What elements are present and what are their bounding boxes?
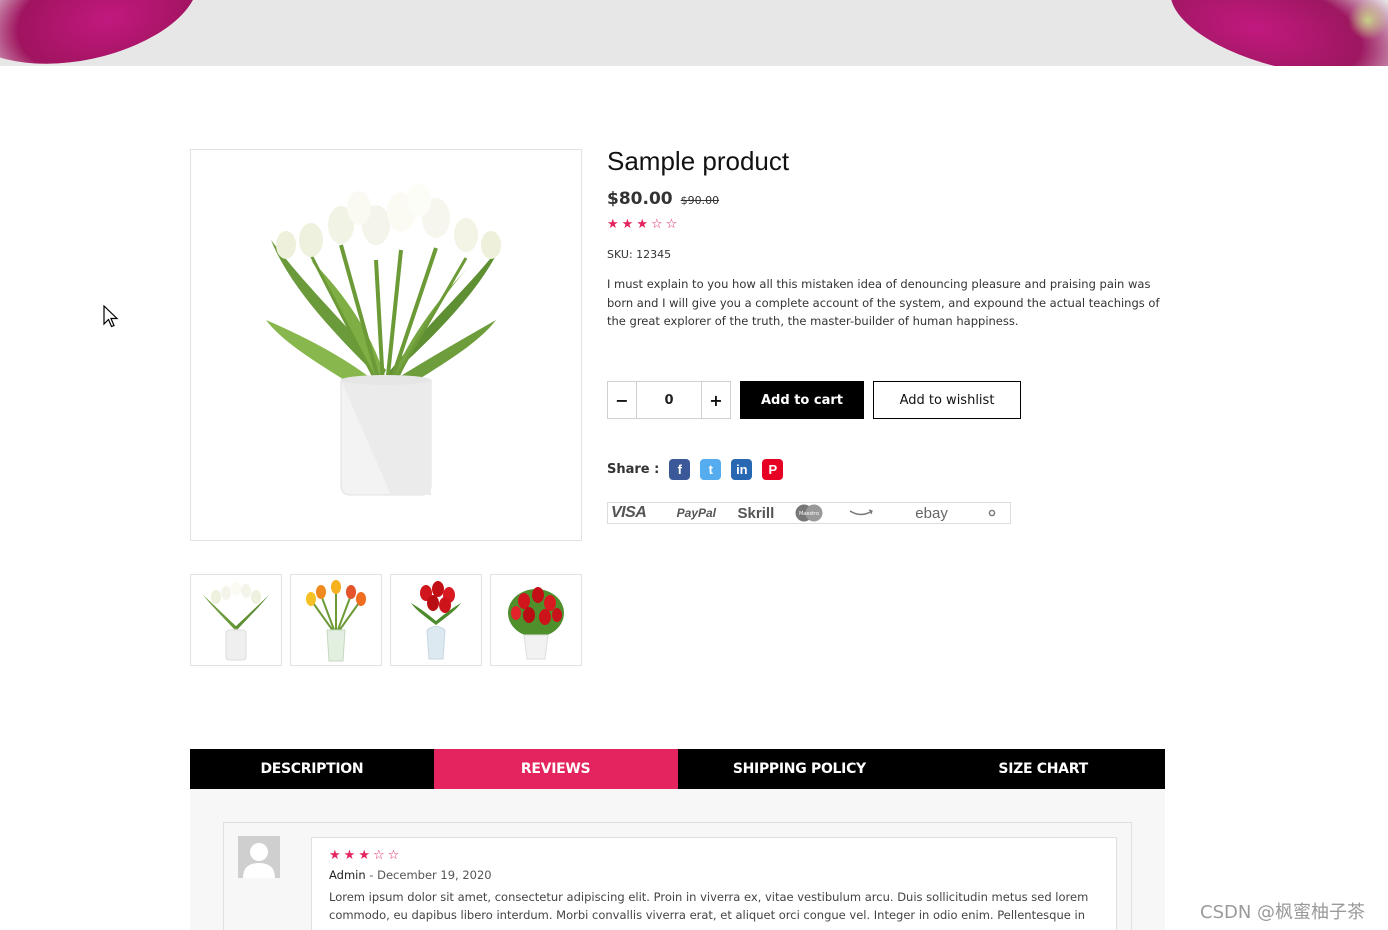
tab-size-chart[interactable]: SIZE CHART	[921, 749, 1165, 789]
maestro-icon: Maestro	[786, 504, 834, 522]
twitter-icon[interactable]: t	[700, 459, 722, 480]
product-sku: SKU: 12345	[607, 248, 672, 261]
tab-reviews[interactable]: REVIEWS	[433, 749, 678, 789]
star-filled-icon: ★	[636, 217, 648, 232]
product-info: Sample product $80.00 $90.00 ★ ★ ★ ☆ ☆ S…	[607, 146, 1167, 331]
quantity-stepper: − 0 +	[607, 381, 731, 419]
main-product-image[interactable]	[190, 149, 582, 541]
star-filled-icon: ★	[329, 848, 341, 863]
price-row: $80.00 $90.00	[607, 189, 1167, 209]
star-filled-icon: ★	[607, 217, 619, 232]
review-separator: -	[365, 868, 378, 882]
tab-description[interactable]: DESCRIPTION	[190, 749, 434, 789]
quantity-increase-button[interactable]: +	[702, 382, 730, 418]
skrill-logo: Skrill	[737, 504, 775, 522]
flower-petal-decoration-left	[0, 0, 210, 66]
pinterest-icon[interactable]: P	[762, 459, 784, 480]
star-filled-icon: ★	[343, 848, 356, 863]
paypal-logo: PayPal	[676, 506, 717, 520]
add-to-wishlist-button[interactable]: Add to wishlist	[873, 381, 1021, 419]
red-bouquet-thumbnail	[508, 587, 564, 660]
thumbnail-gallery	[190, 574, 582, 666]
facebook-icon[interactable]: f	[669, 459, 691, 480]
user-avatar-icon	[238, 836, 280, 878]
thumbnail-2[interactable]	[290, 574, 382, 666]
reviews-panel: ★ ★ ★ ☆ ☆ Admin - December 19, 2020 Lore…	[190, 789, 1165, 930]
avatar	[238, 836, 280, 878]
review-content: ★ ★ ★ ☆ ☆ Admin - December 19, 2020 Lore…	[311, 837, 1117, 930]
add-to-cart-button[interactable]: Add to cart	[740, 381, 864, 419]
linkedin-icon[interactable]: in	[731, 459, 753, 480]
thumbnail-4[interactable]	[490, 574, 582, 666]
product-description: I must explain to you how all this mista…	[607, 277, 1160, 328]
current-price: $80.00	[607, 189, 673, 209]
mouse-cursor-icon	[103, 305, 119, 328]
white-tulips-thumbnail	[203, 582, 269, 661]
review-author: Admin	[329, 868, 366, 882]
review-date: December 19, 2020	[377, 868, 492, 882]
flower-stem-decoration	[1348, 0, 1388, 40]
star-empty-icon: ☆	[372, 848, 385, 863]
thumbnail-3[interactable]	[390, 574, 482, 666]
watermark: CSDN @枫蜜柚子茶	[1200, 902, 1366, 923]
payment-methods: VISA PayPal Skrill Maestro ebay	[607, 502, 1011, 524]
red-tulips-thumbnail	[411, 581, 461, 660]
review-item: ★ ★ ★ ☆ ☆ Admin - December 19, 2020 Lore…	[223, 822, 1132, 930]
star-filled-icon: ★	[621, 217, 634, 232]
review-rating-stars: ★ ★ ★ ☆ ☆	[329, 848, 1099, 863]
amazon-icon	[833, 508, 889, 518]
thumbnail-1[interactable]	[190, 574, 282, 666]
white-tulips-vase-image	[266, 183, 501, 496]
star-empty-icon: ☆	[387, 848, 400, 863]
add-to-cart-row: − 0 + Add to cart Add to wishlist	[607, 381, 1021, 419]
ebay-logo: ebay	[915, 504, 948, 522]
visa-logo: VISA	[611, 504, 647, 521]
product-title: Sample product	[607, 146, 790, 176]
star-empty-icon: ☆	[650, 217, 663, 232]
product-tabs: DESCRIPTION REVIEWS SHIPPING POLICY SIZE…	[190, 749, 1165, 789]
maestro-logo-text: Maestro	[799, 511, 819, 517]
top-banner	[0, 0, 1388, 66]
review-text: Lorem ipsum dolor sit amet, consectetur …	[329, 890, 1089, 922]
quantity-input[interactable]: 0	[636, 382, 702, 418]
share-label: Share :	[607, 462, 660, 477]
discover-icon	[974, 509, 1010, 517]
quantity-decrease-button[interactable]: −	[608, 382, 636, 418]
old-price: $90.00	[680, 194, 720, 207]
share-row: Share : f t in P	[607, 459, 784, 480]
star-filled-icon: ★	[358, 848, 370, 863]
review-meta: Admin - December 19, 2020	[329, 868, 1099, 882]
product-rating-stars: ★ ★ ★ ☆ ☆	[607, 217, 1167, 232]
star-empty-icon: ☆	[665, 217, 678, 232]
yellow-tulips-thumbnail	[306, 580, 366, 662]
tab-shipping-policy[interactable]: SHIPPING POLICY	[678, 749, 922, 789]
